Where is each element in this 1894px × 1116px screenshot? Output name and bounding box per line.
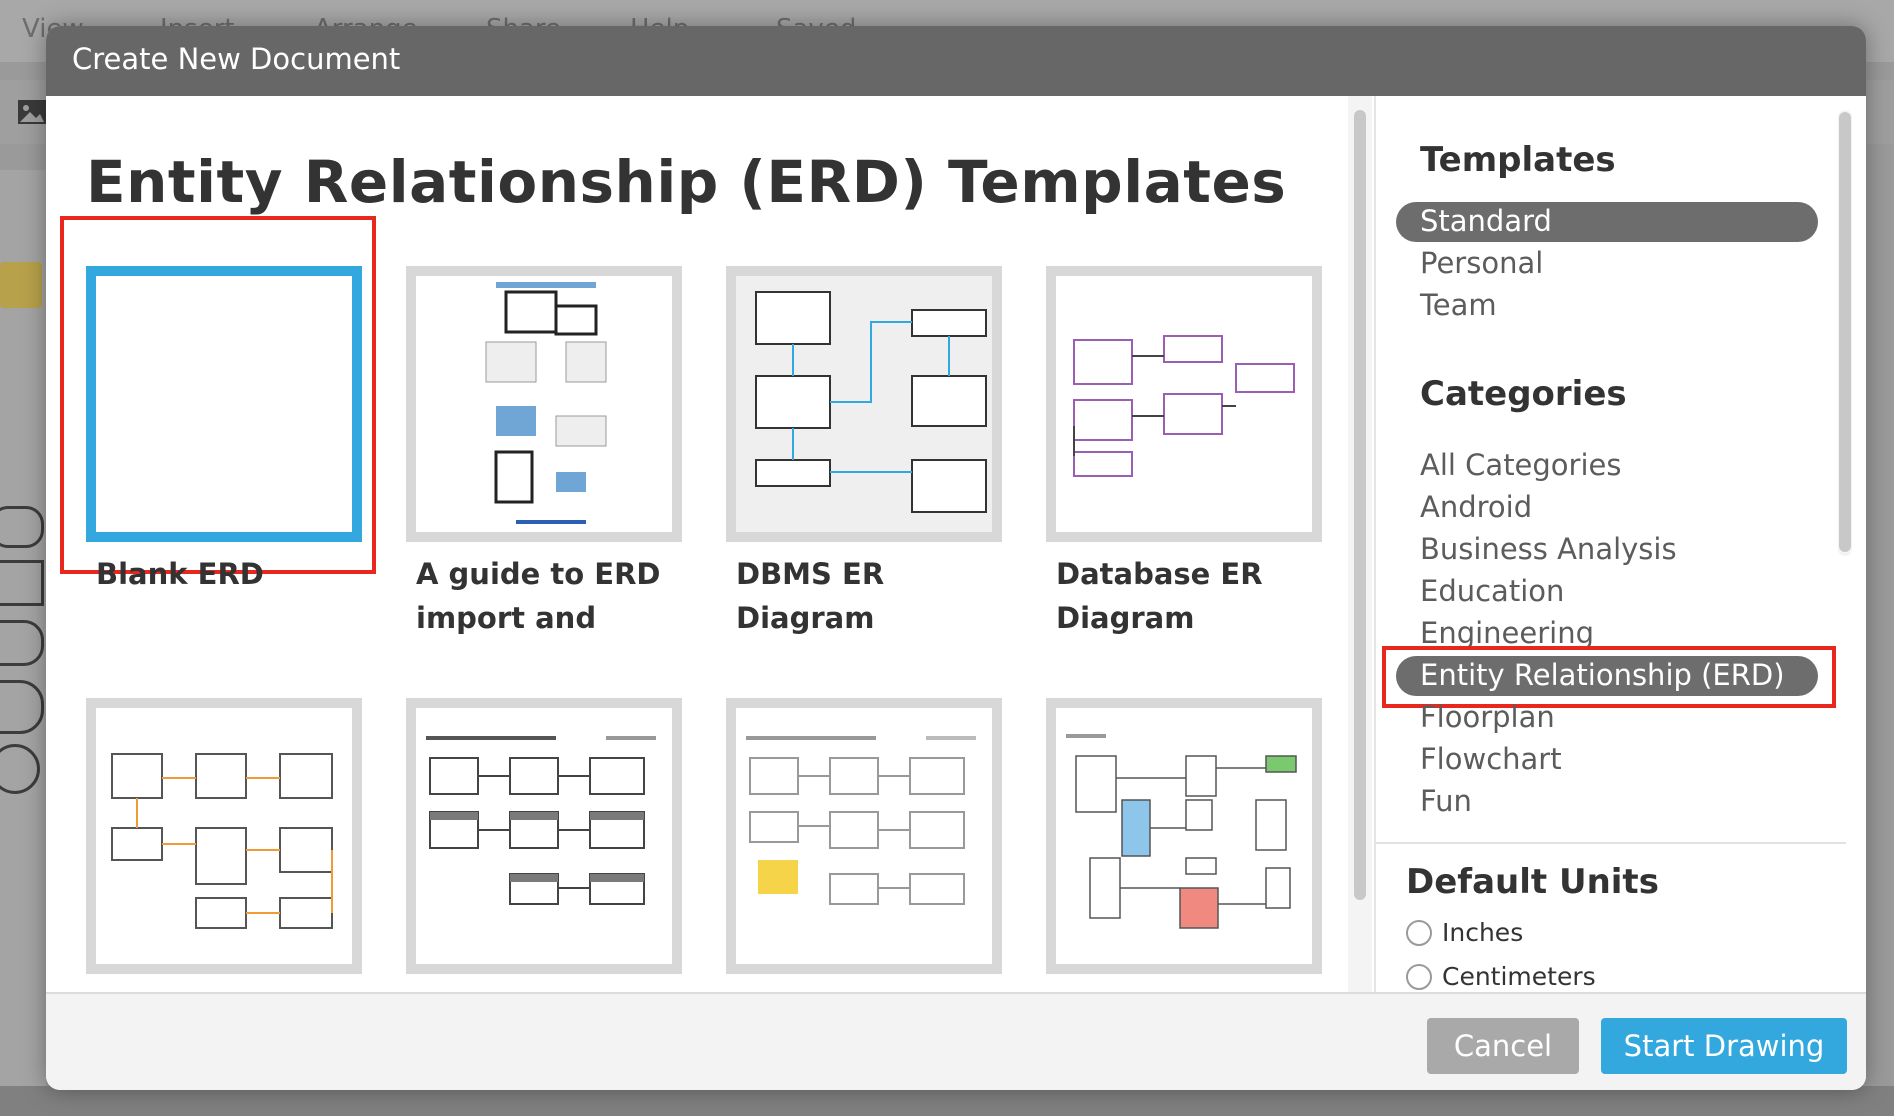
template-thumbnail[interactable] xyxy=(1046,266,1322,542)
template-thumbnail[interactable] xyxy=(1046,698,1322,974)
template-thumbnail[interactable] xyxy=(726,698,1002,974)
shape-folder-icon xyxy=(0,262,42,308)
shape-cross-circle-icon xyxy=(0,744,40,794)
dialog-title: Create New Document xyxy=(72,42,401,76)
shape-rect-icon xyxy=(0,560,44,606)
categories-scrollbar[interactable] xyxy=(1838,110,1852,556)
category-flowchart[interactable]: Flowchart xyxy=(1420,742,1562,776)
shape-half-circle-icon xyxy=(0,680,44,734)
shape-rounded-rect-icon xyxy=(0,506,44,548)
thumbnail-preview xyxy=(485,282,607,524)
thumbnail-preview xyxy=(1073,335,1295,477)
side-divider xyxy=(1376,842,1846,844)
category-floorplan[interactable]: Floorplan xyxy=(1420,700,1555,734)
templates-heading: Templates xyxy=(1420,140,1616,180)
dialog-footer: Cancel Start Drawing xyxy=(46,992,1866,1090)
category-all[interactable]: All Categories xyxy=(1420,448,1622,482)
thumbnail-preview xyxy=(1066,734,1297,929)
background-bottom-bar xyxy=(0,1086,1894,1116)
create-document-dialog: Create New Document Entity Relationship … xyxy=(46,26,1866,1090)
category-engineering[interactable]: Engineering xyxy=(1420,616,1594,650)
dialog-header: Create New Document xyxy=(46,26,1866,96)
image-icon xyxy=(18,100,46,124)
start-drawing-button[interactable]: Start Drawing xyxy=(1601,1018,1847,1074)
template-label: Database ER Diagram xyxy=(1056,557,1263,635)
inches-radio[interactable] xyxy=(1406,920,1432,946)
page-title: Entity Relationship (ERD) Templates xyxy=(86,148,1287,216)
template-thumbnail[interactable] xyxy=(406,698,682,974)
template-thumbnail[interactable] xyxy=(86,698,362,974)
thumbnail-preview xyxy=(426,736,656,905)
template-thumbnail[interactable] xyxy=(86,266,362,542)
shape-cylinder-icon xyxy=(0,620,44,666)
thumbnail-preview xyxy=(746,736,976,905)
template-label: A guide to ERD import and xyxy=(416,557,661,635)
gallery-scroll-thumb[interactable] xyxy=(1354,110,1366,900)
template-label: Entity xyxy=(96,984,376,992)
template-thumbnail[interactable] xyxy=(726,266,1002,542)
category-business-analysis[interactable]: Business Analysis xyxy=(1420,532,1677,566)
template-gallery: Entity Relationship (ERD) Templates Blan… xyxy=(46,96,1346,992)
cancel-button[interactable]: Cancel xyxy=(1427,1018,1579,1074)
category-entity-relationship[interactable]: Entity Relationship (ERD) xyxy=(1420,658,1785,692)
thumbnail-preview xyxy=(111,753,333,929)
template-label: Entity xyxy=(416,984,696,992)
default-units-heading: Default Units xyxy=(1406,862,1659,902)
thumbnail-preview xyxy=(755,291,987,513)
categories-scroll-thumb[interactable] xyxy=(1839,112,1851,552)
category-android[interactable]: Android xyxy=(1420,490,1532,524)
centimeters-label: Centimeters xyxy=(1442,962,1596,991)
template-type-team[interactable]: Team xyxy=(1420,288,1497,322)
template-type-personal[interactable]: Personal xyxy=(1420,246,1543,280)
category-education[interactable]: Education xyxy=(1420,574,1564,608)
inches-label: Inches xyxy=(1442,918,1524,947)
gallery-scrollbar[interactable] xyxy=(1348,96,1372,992)
template-label: Entity xyxy=(736,984,1016,992)
centimeters-radio[interactable] xyxy=(1406,964,1432,990)
categories-heading: Categories xyxy=(1420,374,1627,414)
side-panel: Templates Standard Personal Team Categor… xyxy=(1374,96,1866,992)
template-label: Hockey ERD xyxy=(1056,984,1336,992)
template-type-standard[interactable]: Standard xyxy=(1420,204,1552,238)
category-fun[interactable]: Fun xyxy=(1420,784,1472,818)
background-shape-panel xyxy=(0,170,46,1116)
template-label: Blank ERD xyxy=(96,557,264,591)
template-thumbnail[interactable] xyxy=(406,266,682,542)
template-label: DBMS ER Diagram xyxy=(736,557,885,635)
